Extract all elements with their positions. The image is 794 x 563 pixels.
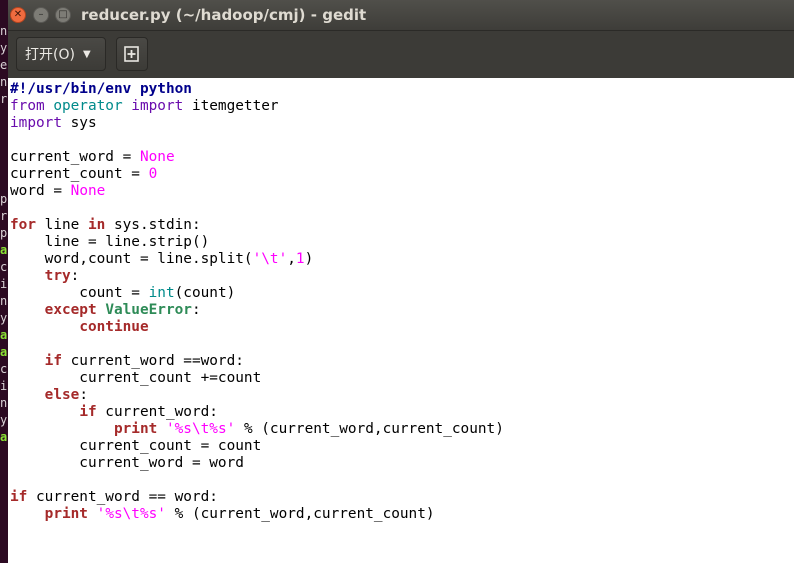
toolbar: 打开(O) ▼ — [8, 30, 794, 78]
code-line: count = int(count) — [10, 285, 236, 301]
close-window-button[interactable]: ✕ — [10, 7, 26, 23]
code-line: import sys — [10, 115, 97, 131]
chevron-down-icon: ▼ — [82, 48, 91, 60]
code-line: print '%s\t%s' % (current_word,current_c… — [113, 421, 504, 437]
code-line: current_word = None — [10, 149, 175, 165]
minimize-icon: – — [38, 9, 44, 20]
code-line: current_count = count — [10, 438, 262, 454]
code-line: else: — [44, 387, 88, 403]
open-file-button[interactable]: 打开(O) ▼ — [16, 37, 106, 71]
maximize-icon: □ — [58, 9, 68, 20]
terminal-text: n — [0, 294, 8, 308]
terminal-text: y — [0, 41, 8, 55]
code-line: print '%s\t%s' % (current_word,current_c… — [44, 506, 435, 522]
terminal-text: y — [0, 311, 8, 325]
open-button-label: 打开(O) — [25, 47, 75, 63]
text-editor[interactable]: #!/usr/bin/env python from operator impor… — [8, 78, 794, 563]
terminal-text: p — [0, 192, 8, 206]
code-line: word = None — [10, 183, 106, 199]
code-line: current_count = 0 — [10, 166, 158, 182]
terminal-text: r — [0, 209, 8, 223]
terminal-text: n — [0, 396, 8, 410]
terminal-text: p — [0, 226, 8, 240]
code-line: #!/usr/bin/env python — [10, 81, 192, 97]
code-line: from operator import itemgetter — [10, 98, 279, 114]
code-line: if current_word: — [79, 404, 218, 420]
code-line: continue — [79, 319, 149, 335]
terminal-text: i — [0, 379, 8, 393]
code-line: current_count +=count — [10, 370, 262, 386]
code-line: line = line.strip() — [10, 234, 210, 250]
minimize-window-button[interactable]: – — [33, 7, 49, 23]
code-view[interactable]: #!/usr/bin/env python from operator impor… — [10, 81, 504, 523]
code-line: if current_word == word: — [10, 489, 218, 505]
terminal-text: i — [0, 277, 8, 291]
window-title: reducer.py (~/hadoop/cmj) - gedit — [81, 6, 367, 24]
code-line: current_word = word — [10, 455, 244, 471]
title-bar[interactable]: ✕ – □ reducer.py (~/hadoop/cmj) - gedit — [8, 0, 794, 30]
terminal-text: y — [0, 413, 8, 427]
code-line: except ValueError: — [44, 302, 201, 318]
gedit-window: ✕ – □ reducer.py (~/hadoop/cmj) - gedit … — [8, 0, 794, 563]
code-line: for line in sys.stdin: — [10, 217, 201, 233]
new-document-button[interactable] — [116, 37, 148, 71]
code-line: word,count = line.split('\t',1) — [10, 251, 314, 267]
new-document-icon — [124, 46, 139, 62]
maximize-window-button[interactable]: □ — [55, 7, 71, 23]
close-icon: ✕ — [13, 9, 23, 20]
code-line: try: — [44, 268, 80, 284]
code-line: if current_word ==word: — [44, 353, 244, 369]
